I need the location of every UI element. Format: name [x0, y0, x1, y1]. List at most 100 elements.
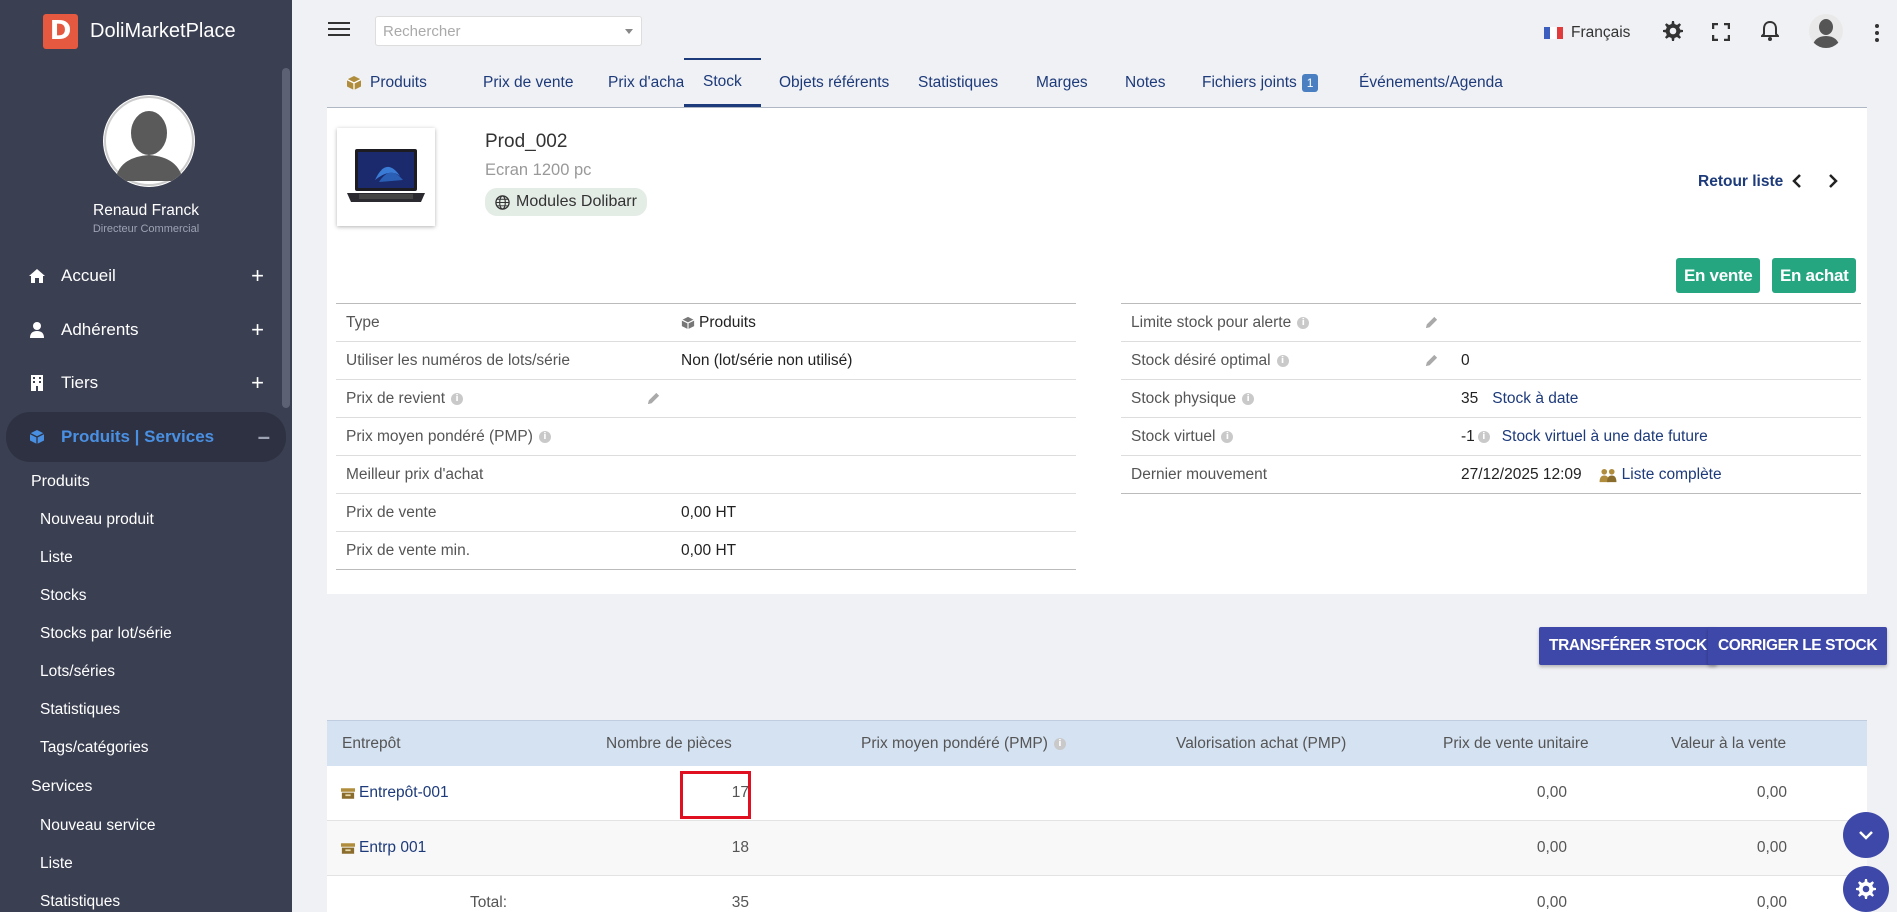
pencil-icon[interactable] — [1424, 315, 1439, 335]
tab-produits[interactable]: Produits — [327, 58, 446, 107]
more-options-icon[interactable] — [1875, 24, 1879, 45]
submenu-services[interactable]: Services — [31, 778, 92, 796]
search-input[interactable]: Rechercher — [375, 16, 642, 46]
user-avatar-top[interactable] — [1809, 14, 1843, 48]
chevron-down-icon — [1859, 831, 1873, 840]
submenu-liste[interactable]: Liste — [40, 549, 73, 567]
chevron-left-icon[interactable] — [1792, 173, 1802, 193]
field-stock-physique: Stock physique i 35 Stock à date — [1121, 380, 1861, 418]
app-logo: D — [43, 13, 78, 49]
submenu-nouveau-service[interactable]: Nouveau service — [40, 817, 155, 835]
liste-complete-link[interactable]: Liste complète — [1622, 466, 1722, 484]
french-flag-icon — [1544, 27, 1563, 39]
pencil-icon[interactable] — [646, 391, 661, 411]
field-value: 0,00 HT — [681, 542, 737, 559]
user-avatar[interactable] — [103, 95, 195, 187]
warehouse-cell[interactable]: Entrp 001 — [341, 839, 426, 857]
submenu-produits[interactable]: Produits — [31, 473, 90, 491]
gear-icon — [1856, 879, 1876, 899]
product-category-tag[interactable]: Modules Dolibarr — [485, 188, 647, 216]
hamburger-menu-icon[interactable] — [328, 22, 350, 38]
info-icon[interactable]: i — [1053, 738, 1066, 750]
tab-label: Événements/Agenda — [1359, 73, 1503, 91]
expand-icon[interactable]: + — [251, 370, 264, 396]
submenu-stocks-lot[interactable]: Stocks par lot/série — [40, 625, 172, 643]
qty-cell: 18 — [731, 839, 749, 856]
tab-statistiques[interactable]: Statistiques — [899, 58, 1017, 107]
movement-list-link-wrap[interactable]: Liste complète — [1598, 466, 1722, 484]
menu-tiers[interactable]: Tiers + — [0, 358, 280, 408]
menu-accueil[interactable]: Accueil + — [0, 251, 280, 301]
tab-label: Produits — [370, 73, 427, 91]
tab-fichiers-joints[interactable]: Fichiers joints 1 — [1183, 58, 1337, 107]
submenu-stocks[interactable]: Stocks — [40, 587, 87, 605]
submenu-services-statistiques[interactable]: Statistiques — [40, 893, 120, 911]
menu-produits-services[interactable]: Produits | Services – — [6, 412, 286, 462]
expand-icon[interactable]: + — [251, 263, 264, 289]
menu-label: Adhérents — [61, 320, 139, 339]
col-nombre-pieces[interactable]: Nombre de pièces — [606, 735, 732, 753]
field-value: 35 Stock à date — [1461, 390, 1578, 408]
field-limite-stock: Limite stock pour alerte i — [1121, 304, 1861, 342]
back-to-list-link[interactable]: Retour liste — [1698, 173, 1783, 191]
brand[interactable]: D DoliMarketPlace — [0, 0, 292, 62]
scroll-down-button[interactable] — [1843, 812, 1889, 858]
collapse-icon[interactable]: – — [258, 424, 270, 450]
tab-notes[interactable]: Notes — [1106, 58, 1185, 107]
sidebar-scrollbar[interactable] — [282, 68, 290, 408]
info-icon[interactable]: i — [1297, 317, 1310, 329]
chevron-right-icon[interactable] — [1828, 173, 1838, 193]
info-icon[interactable]: i — [1276, 355, 1289, 367]
user-silhouette-icon — [104, 96, 194, 186]
expand-icon[interactable]: + — [251, 317, 264, 343]
globe-icon — [495, 194, 510, 210]
sidebar: D DoliMarketPlace Renaud Franck Directeu… — [0, 0, 292, 912]
col-prix-vente-unitaire[interactable]: Prix de vente unitaire — [1443, 735, 1589, 753]
tag-label: Modules Dolibarr — [516, 193, 637, 210]
status-en-achat-button[interactable]: En achat — [1772, 258, 1857, 293]
product-image[interactable] — [337, 128, 435, 226]
field-label: Utiliser les numéros de lots/série — [346, 352, 570, 369]
tab-marges[interactable]: Marges — [1017, 58, 1107, 107]
gear-icon[interactable] — [1663, 21, 1683, 45]
tab-evenements-agenda[interactable]: Événements/Agenda — [1340, 58, 1522, 107]
warehouse-cell[interactable]: Entrepôt-001 — [341, 784, 449, 802]
menu-adherents[interactable]: Adhérents + — [0, 305, 280, 355]
tab-label: Prix d'achat — [608, 73, 689, 91]
field-stock-virtuel: Stock virtuel i -1 i Stock virtuel à une … — [1121, 418, 1861, 456]
submenu-nouveau-produit[interactable]: Nouveau produit — [40, 511, 154, 529]
col-entrepot[interactable]: Entrepôt — [342, 735, 401, 753]
stock-a-date-link[interactable]: Stock à date — [1492, 390, 1578, 408]
info-icon[interactable]: i — [1221, 431, 1234, 443]
submenu-tags[interactable]: Tags/catégories — [40, 739, 149, 757]
product-label: Ecran 1200 pc — [485, 161, 592, 179]
tab-stock[interactable]: Stock — [684, 58, 761, 107]
fullscreen-icon[interactable] — [1711, 22, 1731, 45]
correct-stock-button[interactable]: CORRIGER LE STOCK — [1708, 627, 1888, 665]
info-icon[interactable]: i — [538, 431, 551, 443]
field-value: 0,00 HT — [681, 504, 737, 521]
user-name[interactable]: Renaud Franck — [0, 202, 292, 220]
col-valorisation[interactable]: Valorisation achat (PMP) — [1176, 735, 1346, 753]
label-text: Prix de revient — [346, 390, 446, 407]
bell-icon[interactable] — [1759, 20, 1781, 45]
col-valeur-vente[interactable]: Valeur à la vente — [1671, 735, 1786, 753]
settings-button[interactable] — [1843, 866, 1889, 912]
field-label: Stock physique i — [1131, 390, 1255, 408]
language-selector[interactable]: Français — [1544, 24, 1630, 42]
pencil-icon[interactable] — [1424, 353, 1439, 373]
tab-objets-referents[interactable]: Objets référents — [760, 58, 908, 107]
info-icon[interactable]: i — [1242, 393, 1255, 405]
submenu-statistiques[interactable]: Statistiques — [40, 701, 120, 719]
info-icon[interactable]: i — [451, 393, 464, 405]
col-pmp[interactable]: Prix moyen pondéré (PMP) i — [861, 735, 1066, 753]
info-icon[interactable]: i — [1477, 431, 1490, 443]
warehouse-link[interactable]: Entrp 001 — [359, 839, 426, 857]
submenu-services-liste[interactable]: Liste — [40, 855, 73, 873]
stock-virtuel-future-link[interactable]: Stock virtuel à une date future — [1502, 428, 1708, 446]
status-en-vente-button[interactable]: En vente — [1676, 258, 1761, 293]
transfer-stock-button[interactable]: TRANSFÉRER STOCK — [1539, 627, 1717, 665]
warehouse-link[interactable]: Entrepôt-001 — [359, 784, 449, 802]
submenu-lots-series[interactable]: Lots/séries — [40, 663, 115, 681]
tab-prix-vente[interactable]: Prix de vente — [464, 58, 592, 107]
